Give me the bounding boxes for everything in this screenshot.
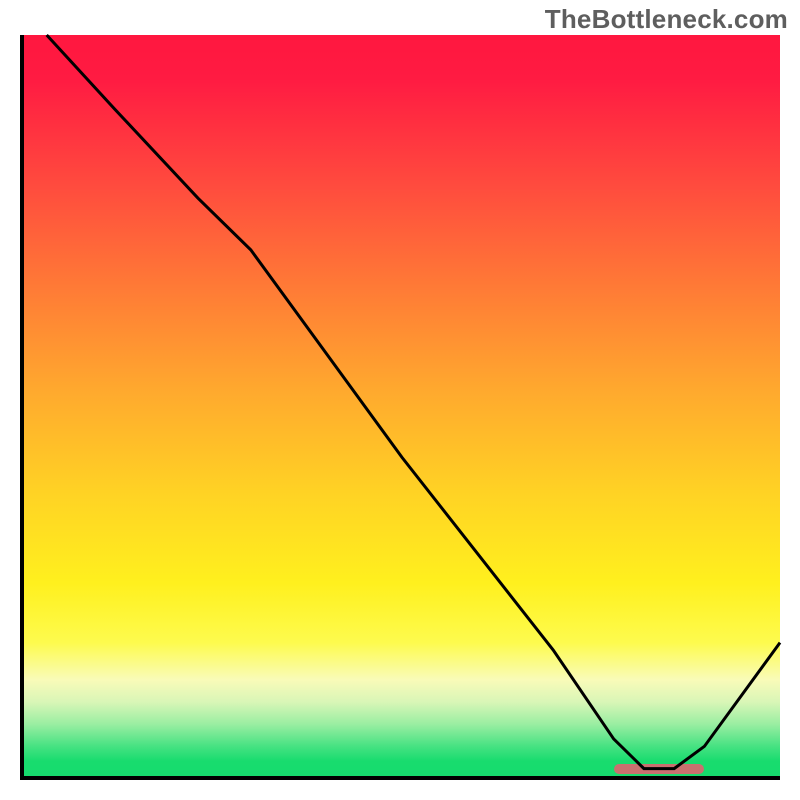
- watermark-text: TheBottleneck.com: [545, 4, 788, 35]
- plot-area: [20, 35, 780, 780]
- chart-container: TheBottleneck.com: [0, 0, 800, 800]
- bottleneck-curve: [24, 35, 780, 776]
